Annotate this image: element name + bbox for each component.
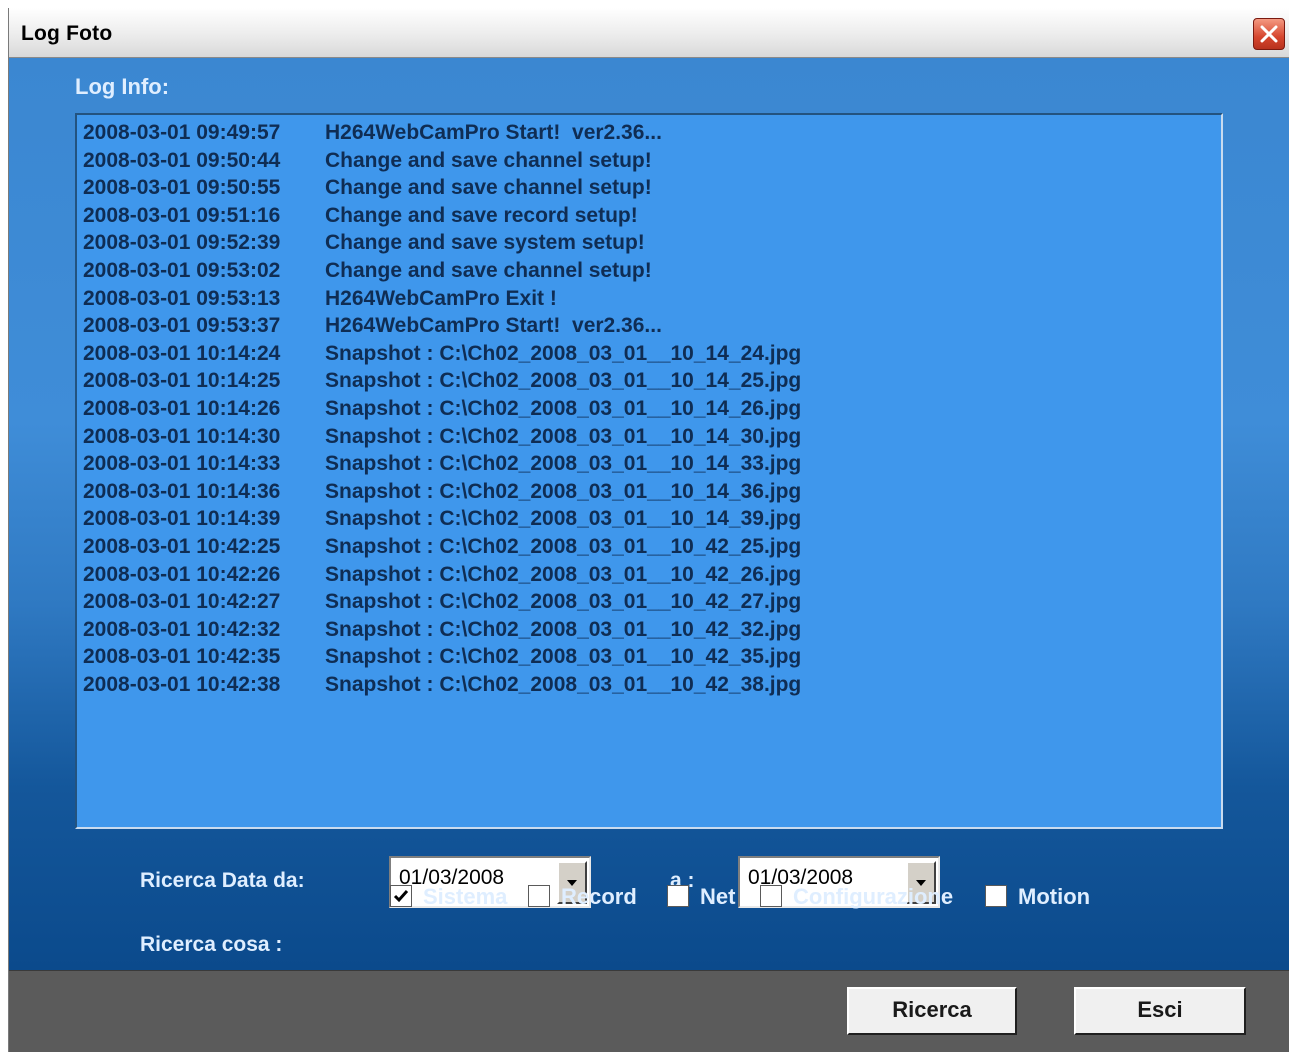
log-entry-timestamp: 2008-03-01 10:14:24 — [83, 341, 281, 365]
checkbox-net-label[interactable]: Net — [700, 884, 735, 910]
checkbox-record-label[interactable]: Record — [561, 884, 637, 910]
search-button[interactable]: Ricerca — [847, 987, 1017, 1035]
log-entry[interactable]: 2008-03-01 10:14:30 Snapshot : C:\Ch02_20… — [83, 423, 1215, 451]
log-entry-message: Change and save channel setup! — [325, 258, 652, 282]
checkmark-icon — [393, 890, 409, 903]
log-entry-message: Snapshot : C:\Ch02_2008_03_01__10_42_35.… — [325, 645, 802, 669]
log-entry-timestamp: 2008-03-01 10:42:26 — [83, 562, 281, 586]
log-entry-timestamp: 2008-03-01 10:14:26 — [83, 396, 281, 420]
log-entry-timestamp: 2008-03-01 09:53:02 — [83, 258, 281, 282]
checkbox-configurazione[interactable] — [760, 885, 782, 907]
log-entry-message: Change and save channel setup! — [325, 148, 652, 172]
log-entry[interactable]: 2008-03-01 09:53:13 H264WebCamPro Exit ! — [83, 285, 1215, 313]
checkbox-motion-label[interactable]: Motion — [1018, 884, 1090, 910]
log-entry-message: Change and save channel setup! — [325, 176, 652, 200]
log-entry[interactable]: 2008-03-01 10:14:26 Snapshot : C:\Ch02_20… — [83, 395, 1215, 423]
log-entry-timestamp: 2008-03-01 09:53:37 — [83, 314, 281, 338]
log-entry[interactable]: 2008-03-01 09:50:55 Change and save chann… — [83, 174, 1215, 202]
log-entry-timestamp: 2008-03-01 10:42:25 — [83, 534, 281, 558]
log-entry[interactable]: 2008-03-01 10:42:38 Snapshot : C:\Ch02_20… — [83, 671, 1215, 699]
log-entry[interactable]: 2008-03-01 09:49:57 H264WebCamPro Start! … — [83, 119, 1215, 147]
window-title: Log Foto — [21, 22, 113, 45]
log-entry-timestamp: 2008-03-01 09:51:16 — [83, 203, 281, 227]
log-entry-timestamp: 2008-03-01 10:14:39 — [83, 507, 281, 531]
log-entry[interactable]: 2008-03-01 09:53:02 Change and save chann… — [83, 257, 1215, 285]
log-entry-timestamp: 2008-03-01 10:14:36 — [83, 479, 281, 503]
log-entry[interactable]: 2008-03-01 09:52:39 Change and save syste… — [83, 229, 1215, 257]
log-entry-timestamp: 2008-03-01 09:50:55 — [83, 176, 281, 200]
log-entry-timestamp: 2008-03-01 09:50:44 — [83, 148, 281, 172]
checkbox-motion[interactable] — [985, 885, 1007, 907]
log-entry-timestamp: 2008-03-01 10:14:25 — [83, 369, 281, 393]
checkbox-sistema-label[interactable]: Sistema — [423, 884, 507, 910]
log-entry-message: Change and save record setup! — [325, 203, 638, 227]
log-info-label: Log Info: — [75, 74, 170, 99]
close-icon — [1260, 25, 1278, 43]
log-entry-message: Snapshot : C:\Ch02_2008_03_01__10_14_33.… — [325, 452, 802, 476]
dialog-client-area: Log Info: 2008-03-01 09:49:57 H264WebCamP… — [9, 58, 1289, 970]
button-bar: Ricerca Esci — [9, 970, 1289, 1052]
log-entry-message: Snapshot : C:\Ch02_2008_03_01__10_14_25.… — [325, 369, 802, 393]
log-entry-message: Snapshot : C:\Ch02_2008_03_01__10_14_36.… — [325, 479, 802, 503]
title-bar: Log Foto — [9, 8, 1289, 58]
search-what-label: Ricerca cosa : — [140, 933, 283, 956]
log-entry-timestamp: 2008-03-01 09:53:13 — [83, 286, 281, 310]
checkbox-net[interactable] — [667, 885, 689, 907]
log-entry[interactable]: 2008-03-01 10:42:27 Snapshot : C:\Ch02_20… — [83, 588, 1215, 616]
exit-button[interactable]: Esci — [1074, 987, 1246, 1035]
log-entry[interactable]: 2008-03-01 10:14:36 Snapshot : C:\Ch02_20… — [83, 478, 1215, 506]
log-entry-message: H264WebCamPro Exit ! — [325, 286, 557, 310]
log-entry-message: Snapshot : C:\Ch02_2008_03_01__10_14_39.… — [325, 507, 802, 531]
log-entry-message: H264WebCamPro Start! ver2.36... — [325, 314, 662, 338]
log-entry[interactable]: 2008-03-01 10:14:39 Snapshot : C:\Ch02_20… — [83, 505, 1215, 533]
log-foto-window: Log Foto Log Info: 2008-03-01 09:49:57 H2… — [8, 8, 1289, 1052]
log-entry-timestamp: 2008-03-01 10:42:27 — [83, 590, 281, 614]
log-entry-message: Snapshot : C:\Ch02_2008_03_01__10_42_32.… — [325, 617, 802, 641]
log-entry[interactable]: 2008-03-01 10:42:35 Snapshot : C:\Ch02_20… — [83, 643, 1215, 671]
log-entry[interactable]: 2008-03-01 10:42:25 Snapshot : C:\Ch02_20… — [83, 533, 1215, 561]
log-entry-message: Snapshot : C:\Ch02_2008_03_01__10_42_27.… — [325, 590, 802, 614]
log-entry[interactable]: 2008-03-01 10:14:33 Snapshot : C:\Ch02_20… — [83, 450, 1215, 478]
checkbox-sistema[interactable] — [390, 885, 412, 907]
log-entry-message: Snapshot : C:\Ch02_2008_03_01__10_14_26.… — [325, 396, 802, 420]
log-entry-timestamp: 2008-03-01 10:14:30 — [83, 424, 281, 448]
log-entry[interactable]: 2008-03-01 10:42:26 Snapshot : C:\Ch02_20… — [83, 561, 1215, 589]
log-entry[interactable]: 2008-03-01 09:53:37 H264WebCamPro Start! … — [83, 312, 1215, 340]
log-entry[interactable]: 2008-03-01 10:14:25 Snapshot : C:\Ch02_20… — [83, 367, 1215, 395]
log-entry-message: Change and save system setup! — [325, 231, 645, 255]
log-entry-timestamp: 2008-03-01 10:42:35 — [83, 645, 281, 669]
log-entry-timestamp: 2008-03-01 09:49:57 — [83, 121, 281, 144]
log-entry-message: Snapshot : C:\Ch02_2008_03_01__10_42_25.… — [325, 534, 802, 558]
log-entry-timestamp: 2008-03-01 10:42:38 — [83, 672, 281, 696]
checkbox-record[interactable] — [528, 885, 550, 907]
log-entry[interactable]: 2008-03-01 10:14:24 Snapshot : C:\Ch02_20… — [83, 340, 1215, 368]
log-entry-timestamp: 2008-03-01 10:14:33 — [83, 452, 281, 476]
date-from-label: Ricerca Data da: — [140, 869, 305, 892]
log-entry-message: Snapshot : C:\Ch02_2008_03_01__10_14_30.… — [325, 424, 802, 448]
log-entry[interactable]: 2008-03-01 10:42:32 Snapshot : C:\Ch02_20… — [83, 616, 1215, 644]
checkbox-configurazione-label[interactable]: Configurazione — [793, 884, 953, 910]
log-list[interactable]: 2008-03-01 09:49:57 H264WebCamPro Start! … — [75, 113, 1223, 829]
log-entry-timestamp: 2008-03-01 10:42:32 — [83, 617, 281, 641]
log-entry-message: H264WebCamPro Start! ver2.36... — [325, 121, 662, 144]
log-entry-message: Snapshot : C:\Ch02_2008_03_01__10_14_24.… — [325, 341, 802, 365]
log-entry-timestamp: 2008-03-01 09:52:39 — [83, 231, 281, 255]
close-button[interactable] — [1253, 18, 1285, 50]
log-entry[interactable]: 2008-03-01 09:51:16 Change and save recor… — [83, 202, 1215, 230]
log-entry-message: Snapshot : C:\Ch02_2008_03_01__10_42_38.… — [325, 672, 802, 696]
log-entry[interactable]: 2008-03-01 09:50:44 Change and save chann… — [83, 147, 1215, 175]
log-entry-message: Snapshot : C:\Ch02_2008_03_01__10_42_26.… — [325, 562, 802, 586]
